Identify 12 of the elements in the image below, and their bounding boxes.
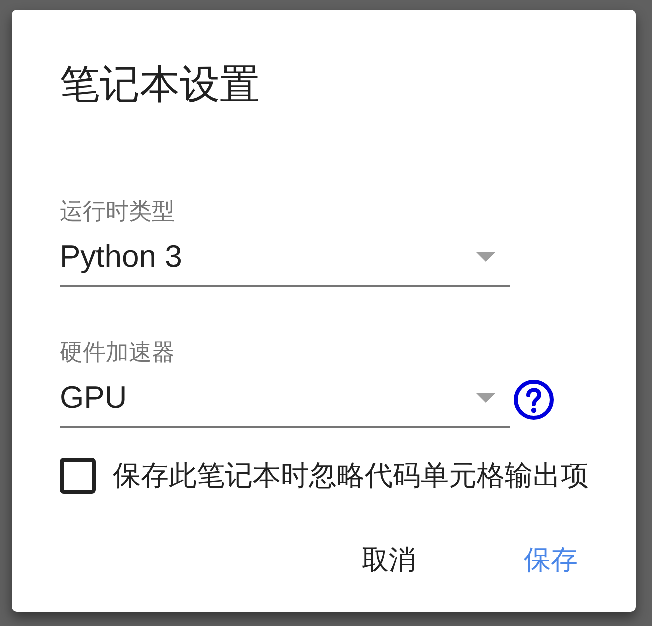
cancel-button[interactable]: 取消	[350, 536, 428, 584]
field-label: 运行时类型	[60, 197, 175, 225]
checkbox-label: 保存此笔记本时忽略代码单元格输出项	[113, 459, 589, 493]
field-label: 硬件加速器	[60, 338, 175, 366]
help-icon[interactable]	[514, 380, 554, 420]
checkbox[interactable]	[60, 458, 96, 494]
dialog-title: 笔记本设置	[60, 62, 260, 109]
dropdown-arrow-icon	[476, 252, 496, 262]
dropdown-field[interactable]: GPU	[60, 366, 510, 428]
save-button[interactable]: 保存	[512, 536, 590, 584]
dropdown-arrow-icon	[476, 393, 496, 403]
dropdown-field[interactable]: Python 3	[60, 225, 510, 287]
